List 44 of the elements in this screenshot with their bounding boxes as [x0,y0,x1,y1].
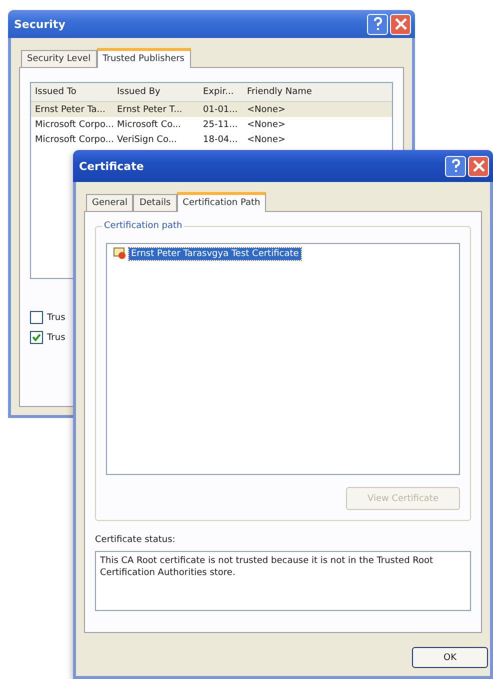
table-cell-text: Ernst Peter Ta... [35,104,106,114]
window-title: Certificate [79,160,145,172]
checkbox[interactable] [30,311,43,324]
help-button[interactable] [367,14,388,34]
table-cell-text: 01-01... [203,104,239,114]
table-cell-text: Microsoft Corpo... [35,120,115,130]
column-header[interactable]: Friendly Name [247,87,337,97]
table-row[interactable]: Microsoft Corpo... Microsoft Co... 25-11... <None> [31,117,392,132]
table-cell-text: <None> [247,120,287,130]
ok-button[interactable]: OK [412,647,488,668]
tab[interactable]: Trusted Publishers [96,48,190,68]
tab[interactable]: Details [133,194,177,211]
help-icon [372,17,382,31]
status-label: Certificate status: [95,535,176,545]
tree-item[interactable]: Ernst Peter Tarasvgya Test Certificate [129,248,301,260]
table-cell-text: Microsoft Corpo... [35,134,115,144]
certificate-icon [113,247,127,260]
table-cell-text: 25-11... [203,120,239,130]
column-header[interactable]: Issued By [117,87,203,97]
status-text: This CA Root certificate is not trusted because it is not in the Trusted Root Certification Authorities store. [100,556,434,578]
checkbox-label: Trus [47,332,66,342]
column-header[interactable]: Issued To [35,87,117,97]
tab[interactable]: Security Level [21,50,97,67]
tab[interactable]: General [86,194,134,211]
help-button[interactable] [445,156,466,176]
table-cell-text: Microsoft Co... [117,120,182,130]
table-cell-text: VeriSign Co... [117,134,178,144]
tab[interactable]: Certification Path [176,192,266,212]
close-button[interactable] [390,14,411,34]
table-cell-text: 18-04... [203,134,239,144]
table-cell-text: Ernst Peter T... [117,104,184,114]
table-cell-text: <None> [247,104,287,114]
window-title: Security [14,18,66,30]
close-icon [472,160,484,172]
column-header[interactable]: Expir... [203,87,247,97]
table-cell-text: <None> [247,134,287,144]
checkbox[interactable] [30,331,43,344]
table-row[interactable]: Ernst Peter Ta... Ernst Peter T... 01-01... <None> [31,102,392,117]
close-icon [394,18,406,30]
close-button[interactable] [468,156,489,176]
help-icon [450,159,460,173]
table-row[interactable]: Microsoft Corpo... VeriSign Co... 18-04... <None> [31,132,392,147]
group-label: Certification path [102,221,184,231]
checkbox-label: Trus [47,312,66,322]
